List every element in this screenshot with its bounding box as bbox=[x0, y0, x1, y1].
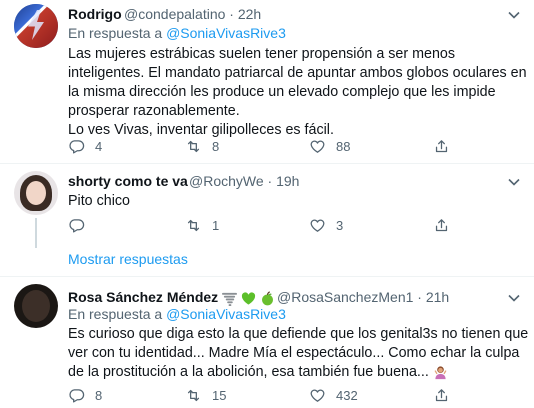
reply-icon bbox=[69, 218, 85, 233]
avatar[interactable] bbox=[14, 171, 58, 215]
author-name[interactable]: Rodrigo bbox=[68, 6, 122, 22]
timestamp[interactable]: 21h bbox=[426, 289, 449, 305]
retweet-icon bbox=[187, 140, 200, 152]
like-count: 432 bbox=[336, 387, 358, 403]
reply-to-link[interactable]: @SoniaVivasRive3 bbox=[166, 306, 286, 322]
share-button[interactable] bbox=[433, 384, 450, 406]
retweet-button[interactable]: 8 bbox=[185, 135, 219, 157]
avatar[interactable] bbox=[14, 284, 58, 328]
share-icon bbox=[435, 218, 448, 231]
like-count: 88 bbox=[336, 138, 351, 154]
timestamp[interactable]: 19h bbox=[276, 173, 299, 189]
share-icon bbox=[435, 388, 448, 401]
green-heart-emoji bbox=[241, 292, 256, 305]
reply-icon bbox=[69, 388, 85, 403]
tweet-line: ver con tu identidad... Madre Mía el esp… bbox=[68, 345, 520, 361]
tweet-actions: 4 8 88 bbox=[68, 135, 498, 157]
tweet-text: Es curioso que diga esto la que defiende… bbox=[68, 325, 530, 382]
reply-button[interactable] bbox=[68, 214, 95, 236]
reply-context: En respuesta a @SoniaVivasRive3 bbox=[68, 25, 286, 41]
like-icon bbox=[310, 219, 325, 232]
reply-count: 4 bbox=[95, 138, 103, 154]
tornado-emoji bbox=[222, 292, 238, 306]
reply-prefix: En respuesta a bbox=[68, 25, 163, 41]
like-button[interactable]: 88 bbox=[309, 135, 350, 157]
tweet-actions: 8 15 432 bbox=[68, 384, 498, 406]
like-icon bbox=[310, 389, 325, 402]
tweet-rodrigo[interactable]: Rodrigo @condepalatino · 22h En respuest… bbox=[0, 0, 534, 160]
retweet-count: 8 bbox=[212, 138, 220, 154]
more-caret-icon[interactable] bbox=[503, 171, 525, 193]
tweet-line: inteligentes. El mandato patriarcal de a… bbox=[68, 65, 527, 81]
handle-text[interactable]: @RochyWe bbox=[189, 173, 264, 189]
more-caret-icon[interactable] bbox=[503, 4, 525, 26]
reply-button[interactable]: 8 bbox=[68, 384, 102, 406]
author-handle[interactable]: @RochyWe · 19h bbox=[189, 173, 299, 189]
divider bbox=[0, 276, 534, 277]
retweet-button[interactable]: 1 bbox=[185, 214, 219, 236]
like-count: 3 bbox=[336, 217, 344, 233]
like-icon bbox=[310, 140, 325, 153]
reply-icon bbox=[69, 139, 85, 154]
reply-to-link[interactable]: @SoniaVivasRive3 bbox=[166, 25, 286, 41]
separator: · bbox=[417, 289, 422, 305]
reply-context: En respuesta a @SoniaVivasRive3 bbox=[68, 306, 286, 322]
tweet-line-text: de la prostitución a la abolición, esa t… bbox=[68, 364, 429, 380]
tweet-text: Pito chico bbox=[68, 193, 130, 209]
separator: · bbox=[267, 173, 273, 189]
reply-button[interactable]: 4 bbox=[68, 135, 102, 157]
tweet-text: Las mujeres estrábicas suelen tener prop… bbox=[68, 45, 528, 140]
reply-prefix: En respuesta a bbox=[68, 306, 163, 322]
tweet-line: Las mujeres estrábicas suelen tener prop… bbox=[68, 46, 456, 62]
person-gesturing-emoji bbox=[434, 366, 447, 379]
retweet-icon bbox=[187, 389, 200, 401]
divider bbox=[0, 163, 534, 164]
reply-count: 8 bbox=[95, 387, 103, 403]
tweet-line: de la prostitución a la abolición, esa t… bbox=[68, 363, 530, 382]
handle-text[interactable]: @RosaSanchezMen1 bbox=[277, 289, 413, 305]
author-name[interactable]: shorty como te va bbox=[68, 173, 188, 189]
tweet-line: Es curioso que diga esto la que defiende… bbox=[68, 326, 529, 342]
green-apple-emoji bbox=[261, 291, 273, 306]
timestamp[interactable]: 22h bbox=[238, 6, 261, 22]
show-more-replies-link[interactable]: Mostrar respuestas bbox=[68, 251, 188, 267]
author-name-text: Rosa Sánchez Méndez bbox=[68, 289, 219, 305]
handle-text[interactable]: @condepalatino bbox=[124, 6, 225, 22]
thread-line bbox=[35, 218, 37, 248]
like-button[interactable]: 3 bbox=[309, 214, 343, 236]
more-caret-icon[interactable] bbox=[503, 287, 525, 309]
author-handle[interactable]: @condepalatino · 22h bbox=[124, 6, 261, 22]
author-handle[interactable]: @RosaSanchezMen1 · 21h bbox=[277, 289, 449, 305]
separator: · bbox=[229, 6, 234, 22]
share-button[interactable] bbox=[433, 214, 450, 236]
retweet-count: 1 bbox=[212, 217, 220, 233]
like-button[interactable]: 432 bbox=[309, 384, 358, 406]
tweet-actions: 1 3 bbox=[68, 214, 498, 236]
author-name[interactable]: Rosa Sánchez Méndez bbox=[68, 289, 275, 306]
share-icon bbox=[435, 139, 448, 152]
retweet-icon bbox=[187, 219, 200, 231]
share-button[interactable] bbox=[433, 135, 450, 157]
tweet-line: prosperar razonablemente. bbox=[68, 103, 240, 119]
tweet-line: la misma dirección les produce un elevad… bbox=[68, 84, 496, 100]
avatar[interactable] bbox=[14, 4, 58, 48]
retweet-button[interactable]: 15 bbox=[185, 384, 226, 406]
retweet-count: 15 bbox=[212, 387, 227, 403]
